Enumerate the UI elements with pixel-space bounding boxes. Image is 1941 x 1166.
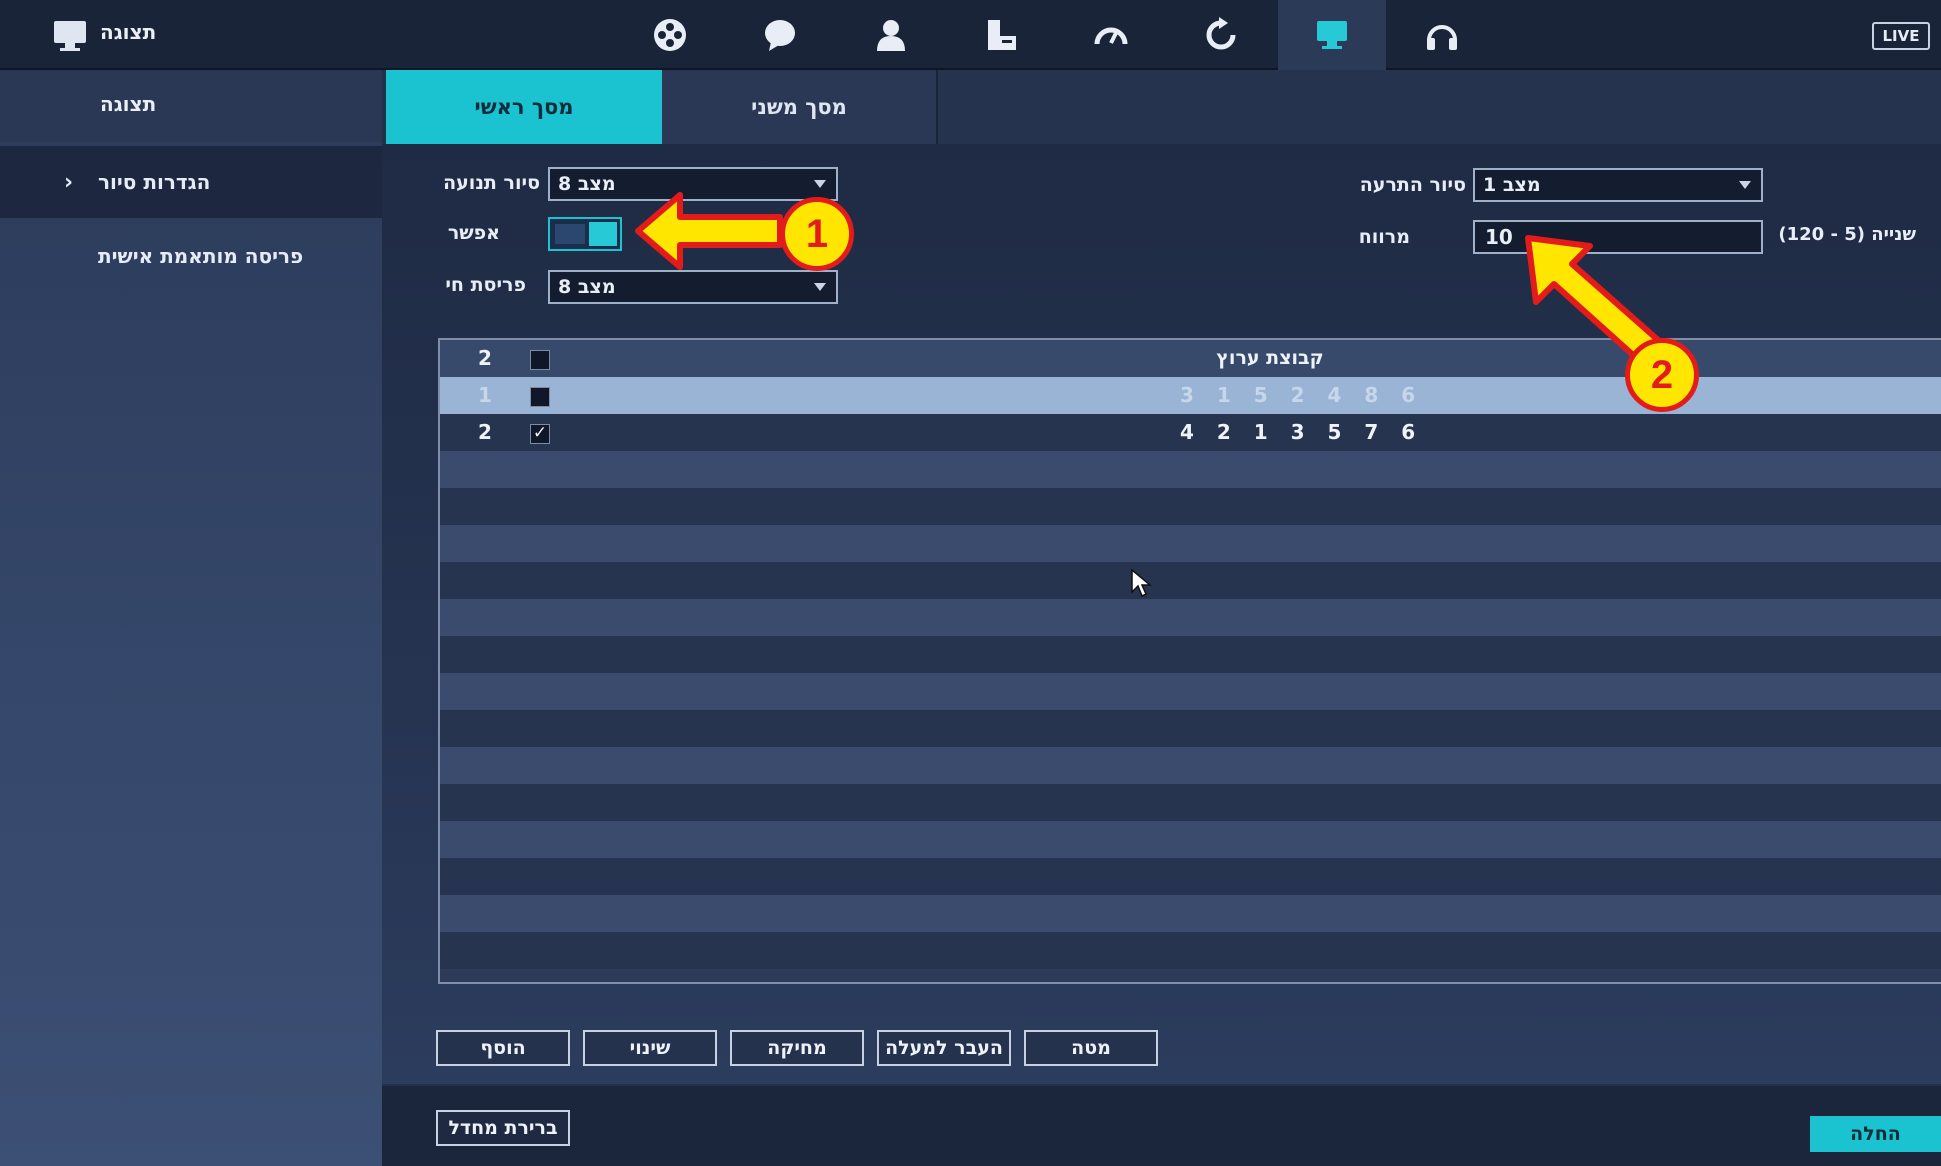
sidebar-item-custom-layout[interactable]: פריסה מותאמת אישית <box>0 220 382 292</box>
alarm-tour-label: סיור התרעה <box>1359 174 1466 196</box>
refresh-icon[interactable] <box>1198 12 1244 58</box>
add-button[interactable]: הוסף <box>436 1030 570 1066</box>
footer-bar <box>382 1086 1941 1166</box>
tab-main-screen[interactable]: מסך ראשי <box>386 70 662 144</box>
empty-row <box>440 858 1941 895</box>
tab-secondary-screen[interactable]: מסך משני <box>662 70 938 144</box>
annotation-arrow-1 <box>635 192 783 270</box>
sidebar-item-tour-settings[interactable]: › הגדרות סיור <box>0 146 382 218</box>
toggle-knob <box>589 222 617 246</box>
display-monitor-icon <box>54 21 86 51</box>
row-number: 2 <box>478 420 492 444</box>
alarm-tour-select[interactable]: מצב 1 <box>1473 168 1763 202</box>
top-bar <box>0 0 1941 70</box>
table-header: 2 קבוצת ערוץ <box>440 340 1941 377</box>
live-layout-value: מצב 8 <box>558 276 616 298</box>
interval-value: 10 <box>1485 225 1513 249</box>
move-down-button[interactable]: מטה <box>1024 1030 1158 1066</box>
motion-tour-label: סיור תנועה <box>443 172 540 194</box>
empty-row <box>440 821 1941 858</box>
chevron-right-icon: › <box>64 169 74 195</box>
empty-row <box>440 562 1941 599</box>
dropdown-caret-icon <box>814 180 826 188</box>
table-row[interactable]: 1 3 1 5 2 4 8 6 7 <box>440 377 1941 444</box>
headset-icon[interactable] <box>1419 12 1465 58</box>
select-all-checkbox[interactable] <box>530 350 550 370</box>
header-channel-group: קבוצת ערוץ <box>1216 347 1324 369</box>
row-checkbox-checked[interactable]: ✓ <box>530 424 550 444</box>
monitor-icon[interactable] <box>1309 12 1355 58</box>
empty-row <box>440 599 1941 636</box>
empty-row <box>440 488 1941 525</box>
empty-row <box>440 895 1941 932</box>
sidebar-header: תצוגה <box>0 70 382 142</box>
chat-bubble-icon[interactable] <box>757 12 803 58</box>
motion-tour-value: מצב 8 <box>558 173 616 195</box>
annotation-badge-1: 1 <box>780 197 854 271</box>
move-up-button[interactable]: העבר למעלה <box>877 1030 1011 1066</box>
dropdown-caret-icon <box>1739 181 1751 189</box>
enable-toggle[interactable] <box>548 217 622 251</box>
empty-row <box>440 636 1941 673</box>
empty-row <box>440 747 1941 784</box>
header-count: 2 <box>478 346 492 370</box>
live-button[interactable]: LIVE <box>1872 22 1930 50</box>
sidebar-item-label: הגדרות סיור <box>98 170 211 194</box>
modify-button[interactable]: שינוי <box>583 1030 717 1066</box>
empty-row <box>440 932 1941 969</box>
mouse-cursor-icon <box>1131 568 1152 598</box>
live-layout-label: פריסת חי <box>445 274 526 296</box>
alarm-tour-value: מצב 1 <box>1483 174 1541 196</box>
default-button[interactable]: ברירת מחדל <box>436 1110 570 1146</box>
dropdown-caret-icon <box>814 283 826 291</box>
gauge-icon[interactable] <box>1088 12 1134 58</box>
empty-row <box>440 673 1941 710</box>
user-icon[interactable] <box>868 12 914 58</box>
empty-row <box>440 710 1941 747</box>
empty-row <box>440 525 1941 562</box>
film-reel-icon[interactable] <box>647 12 693 58</box>
empty-row <box>440 784 1941 821</box>
empty-row <box>440 451 1941 488</box>
app-title: תצוגה <box>100 20 157 44</box>
interval-label: מרווח <box>1358 226 1410 248</box>
toggle-track <box>555 224 585 244</box>
sidebar-header-label: תצוגה <box>100 92 157 116</box>
channel-group-table: 2 קבוצת ערוץ 1 3 1 5 2 4 8 6 7 2 ✓ 4 2 1… <box>438 338 1941 984</box>
row-checkbox[interactable] <box>530 387 550 407</box>
tabs-filler <box>938 70 1941 144</box>
sidebar-item-label: פריסה מותאמת אישית <box>98 244 304 268</box>
table-row[interactable]: 2 ✓ 4 2 1 3 5 7 6 8 <box>440 414 1941 481</box>
annotation-badge-2: 2 <box>1625 338 1699 412</box>
apply-button[interactable]: החלה <box>1810 1116 1941 1152</box>
enable-label: אפשר <box>447 222 500 244</box>
row-number: 1 <box>478 383 492 407</box>
delete-button[interactable]: מחיקה <box>730 1030 864 1066</box>
interval-unit-hint: שנייה (5 - 120) <box>1778 224 1916 245</box>
storage-icon[interactable] <box>978 12 1024 58</box>
